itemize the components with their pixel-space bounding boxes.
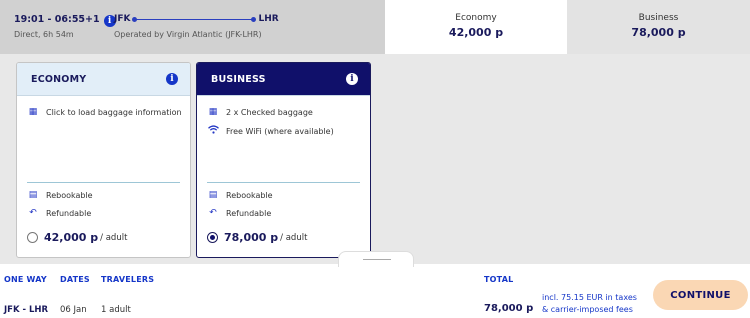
one-way-label: ONE WAY (4, 275, 47, 284)
flight-info: 19:01 - 06:55+1 i Direct, 6h 54m JFK LHR … (0, 0, 385, 54)
origin-code: JFK (114, 14, 131, 24)
tax-line-2: & carrier-imposed fees (542, 305, 633, 314)
flight-times: 19:01 - 06:55+1 i (14, 14, 116, 27)
fare-card-economy[interactable]: ECONOMY i ▦ Click to load baggage inform… (16, 62, 191, 258)
flight-duration: Direct, 6h 54m (14, 30, 74, 39)
price-select-business[interactable]: 78,000 p / adult (207, 231, 307, 244)
calendar-icon: ▤ (208, 190, 218, 200)
feature-label: 2 x Checked baggage (226, 107, 313, 117)
card-title: ECONOMY (31, 73, 87, 85)
feature-baggage: ▦ 2 x Checked baggage (207, 107, 313, 117)
fare-price: 42,000 p (448, 26, 504, 39)
feature-label: Refundable (226, 208, 272, 218)
baggage-icon: ▦ (28, 107, 38, 117)
feature-rebookable: ▤ Rebookable (207, 190, 273, 200)
fare-card-business[interactable]: BUSINESS i ▦ 2 x Checked baggage Free Wi… (196, 62, 371, 258)
fare-column-business[interactable]: Business 78,000 p (567, 0, 750, 54)
card-price: 78,000 p (224, 231, 279, 244)
feature-refundable: ↶ Refundable (27, 208, 91, 218)
info-icon[interactable]: i (166, 73, 178, 85)
baggage-icon: ▦ (208, 107, 218, 117)
card-header: BUSINESS i (197, 63, 370, 96)
baggage-text: Click to load baggage information (46, 107, 182, 117)
tax-line-1: incl. 75.15 EUR in taxes (542, 293, 637, 302)
feature-label: Free WiFi (where available) (226, 126, 334, 136)
feature-rebookable: ▤ Rebookable (27, 190, 93, 200)
per-adult: / adult (100, 232, 128, 243)
calendar-icon: ▤ (28, 190, 38, 200)
date-value: 06 Jan (60, 305, 87, 315)
route-line: JFK LHR (114, 14, 279, 24)
continue-button[interactable]: CONTINUE (653, 280, 748, 310)
feature-label: Refundable (46, 208, 92, 218)
card-title: BUSINESS (211, 73, 266, 85)
price-select-economy[interactable]: 42,000 p / adult (27, 231, 127, 244)
route-connector (132, 16, 257, 22)
route-value: JFK - LHR (4, 305, 49, 315)
travelers-value: 1 adult (101, 305, 131, 315)
return-arrow-icon: ↶ (29, 208, 37, 218)
info-icon[interactable]: i (346, 73, 358, 85)
radio-business[interactable] (207, 232, 218, 243)
fare-name: Economy (455, 13, 497, 23)
card-price: 42,000 p (44, 231, 99, 244)
fare-price: 78,000 p (631, 26, 686, 39)
divider (207, 182, 360, 183)
divider (27, 182, 180, 183)
flight-row: 19:01 - 06:55+1 i Direct, 6h 54m JFK LHR … (0, 0, 750, 54)
total-label: TOTAL (484, 275, 514, 284)
return-arrow-icon: ↶ (209, 208, 217, 218)
total-price: 78,000 p (484, 303, 534, 314)
wifi-icon (207, 125, 219, 137)
tax-note: incl. 75.15 EUR in taxes & carrier-impos… (542, 292, 642, 316)
feature-label: Rebookable (46, 190, 93, 200)
destination-code: LHR (258, 14, 279, 24)
radio-economy[interactable] (27, 232, 38, 243)
baggage-info-link[interactable]: ▦ Click to load baggage information (27, 107, 182, 117)
booking-summary: ONE WAY JFK - LHR DATES 06 Jan TRAVELERS… (0, 264, 750, 318)
fare-name: Business (638, 13, 679, 23)
per-adult: / adult (280, 232, 308, 243)
dates-label: DATES (60, 275, 90, 284)
operated-by: Operated by Virgin Atlantic (JFK-LHR) (114, 30, 262, 39)
collapse-handle[interactable] (338, 251, 414, 267)
card-header: ECONOMY i (17, 63, 190, 96)
flight-times-text: 19:01 - 06:55+1 (14, 14, 100, 25)
feature-label: Rebookable (226, 190, 273, 200)
feature-wifi: Free WiFi (where available) (207, 125, 334, 137)
feature-refundable: ↶ Refundable (207, 208, 271, 218)
fare-column-economy[interactable]: Economy 42,000 p (385, 0, 567, 54)
travelers-label: TRAVELERS (101, 275, 155, 284)
